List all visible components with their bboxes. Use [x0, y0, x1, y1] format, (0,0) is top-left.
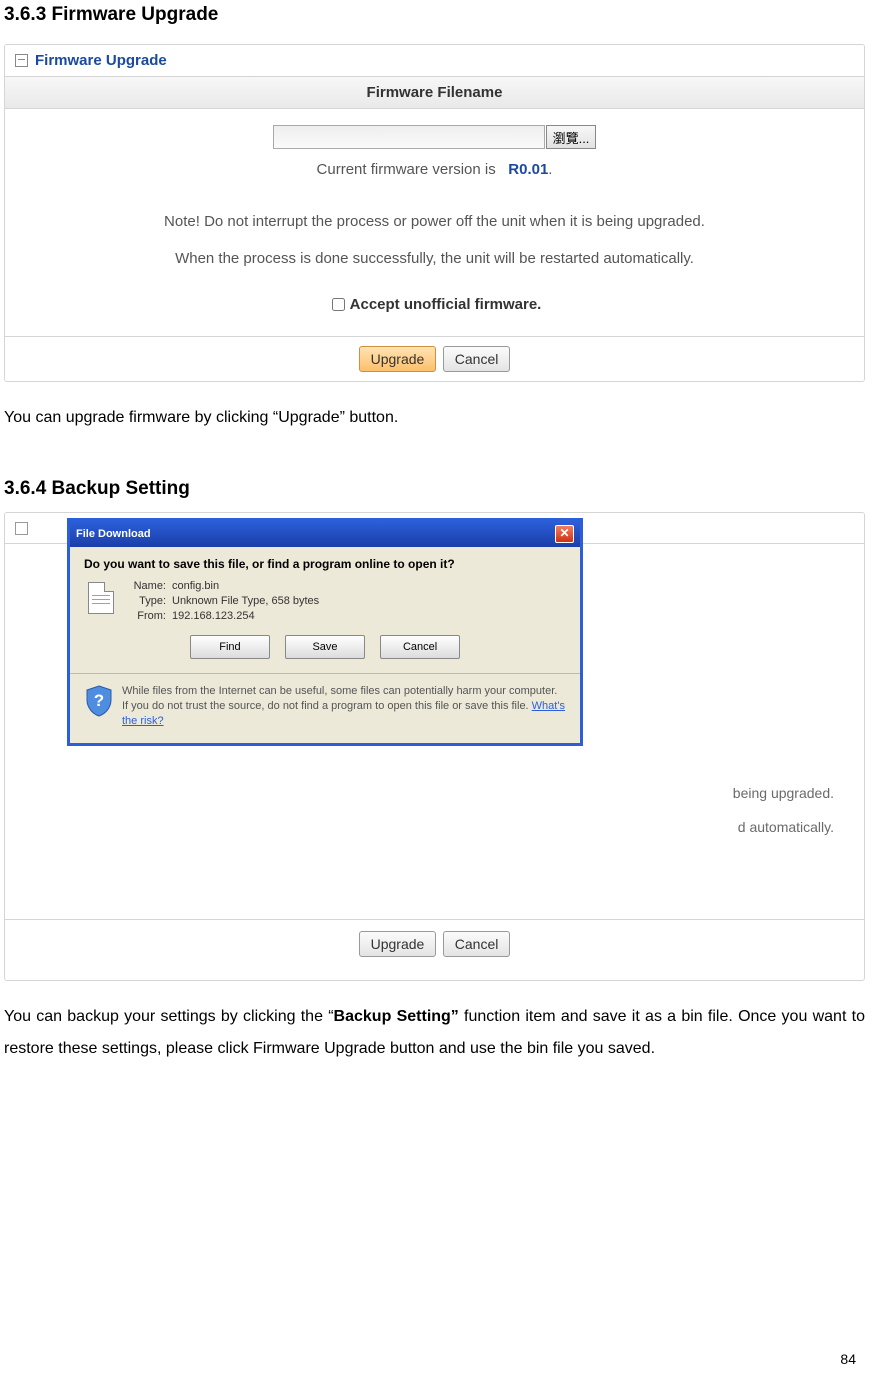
name-value: config.bin: [172, 580, 219, 592]
save-button[interactable]: Save: [285, 635, 365, 659]
panel-titlebar: Firmware Upgrade: [5, 45, 864, 77]
section-header: Firmware Filename: [5, 77, 864, 109]
page-number: 84: [840, 1351, 856, 1367]
background-text-upgraded: being upgraded.: [733, 785, 834, 801]
name-label: Name:: [118, 580, 166, 592]
bg-cancel-button[interactable]: Cancel: [443, 931, 511, 957]
paragraph-backup-desc: You can backup your settings by clicking…: [4, 1001, 865, 1065]
restart-text: When the process is done successfully, t…: [25, 250, 844, 267]
heading-firmware-upgrade: 3.6.3 Firmware Upgrade: [4, 4, 865, 26]
version-value: R0.01: [508, 161, 548, 178]
version-label: Current firmware version is: [317, 161, 496, 178]
cancel-button[interactable]: Cancel: [443, 346, 511, 372]
file-icon: [88, 582, 114, 614]
browse-button[interactable]: 瀏覽...: [546, 125, 597, 149]
find-button[interactable]: Find: [190, 635, 270, 659]
panel-body: 瀏覽... Current firmware version is R0.01.…: [5, 109, 864, 337]
svg-text:?: ?: [94, 691, 104, 710]
dialog-title: File Download: [76, 528, 151, 540]
firmware-upgrade-panel: Firmware Upgrade Firmware Filename 瀏覽...…: [4, 44, 865, 382]
note-text: Note! Do not interrupt the process or po…: [25, 213, 844, 230]
from-value: 192.168.123.254: [172, 610, 255, 622]
backup-panel: being upgraded. d automatically. Upgrade…: [4, 512, 865, 981]
close-icon[interactable]: ✕: [555, 525, 574, 543]
version-suffix: .: [548, 161, 552, 178]
dialog-question: Do you want to save this file, or find a…: [84, 557, 566, 571]
minimize-icon: [15, 54, 28, 67]
panel-title: Firmware Upgrade: [35, 52, 167, 69]
paragraph-upgrade-desc: You can upgrade firmware by clicking “Up…: [4, 402, 865, 434]
heading-backup-setting: 3.6.4 Backup Setting: [4, 478, 865, 500]
from-label: From:: [118, 610, 166, 622]
dlg-cancel-button[interactable]: Cancel: [380, 635, 460, 659]
firmware-file-input[interactable]: [273, 125, 545, 149]
minimize-icon: [15, 522, 28, 535]
type-label: Type:: [118, 595, 166, 607]
background-text-auto: d automatically.: [738, 819, 834, 835]
bg-upgrade-button[interactable]: Upgrade: [359, 931, 437, 957]
accept-unofficial-label: Accept unofficial firmware.: [350, 296, 542, 313]
accept-unofficial-checkbox[interactable]: [332, 298, 345, 311]
warning-text: While files from the Internet can be use…: [122, 685, 557, 712]
upgrade-button[interactable]: Upgrade: [359, 346, 437, 372]
shield-icon: ?: [84, 684, 114, 718]
file-download-dialog: File Download ✕ Do you want to save this…: [67, 518, 583, 746]
type-value: Unknown File Type, 658 bytes: [172, 595, 319, 607]
